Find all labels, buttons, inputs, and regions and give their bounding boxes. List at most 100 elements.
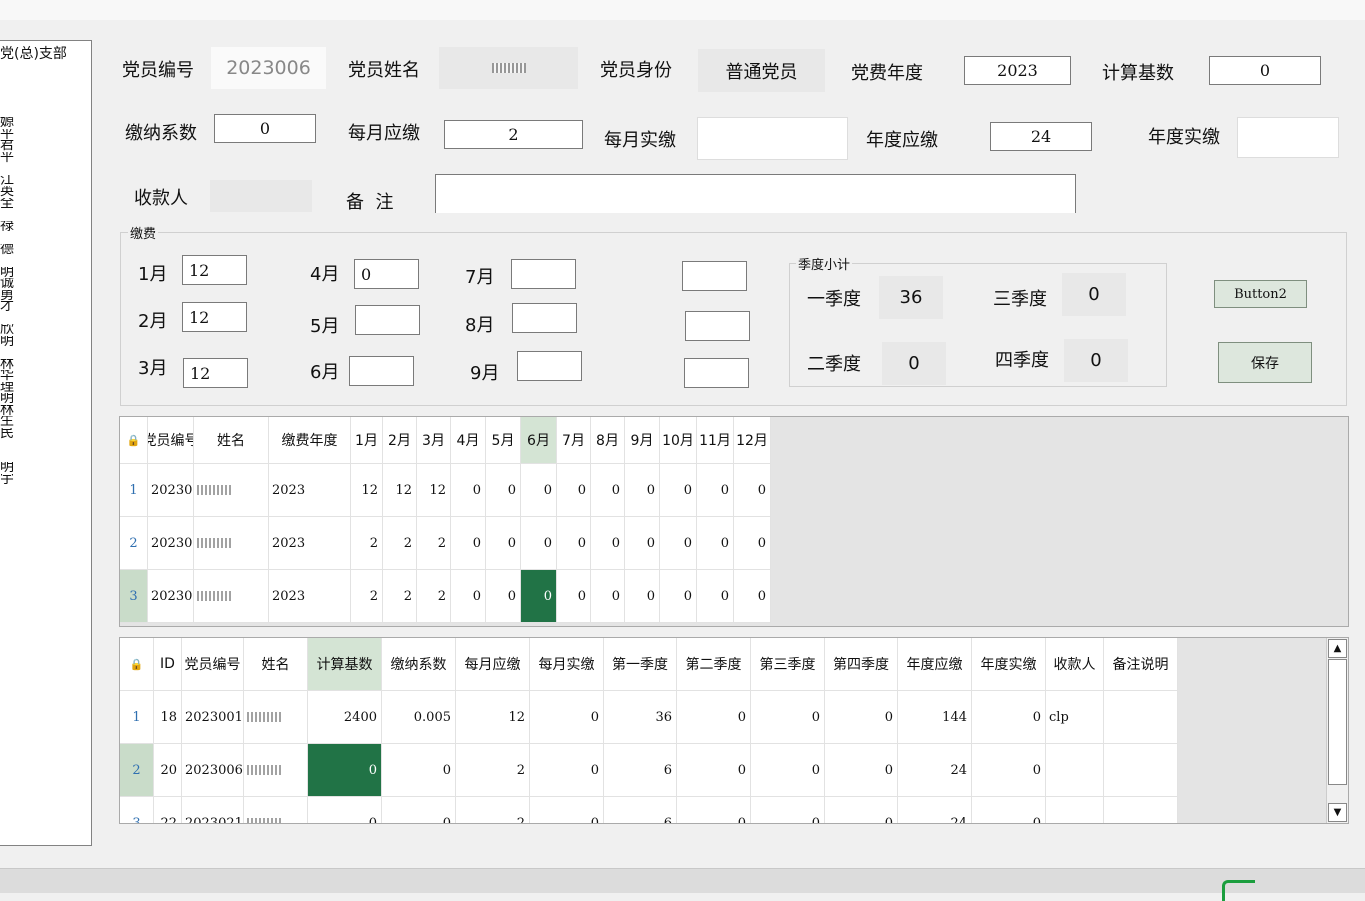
grid2-cell[interactable]: 2023021 — [182, 797, 244, 823]
grid1-cell[interactable]: 0 — [591, 570, 625, 623]
grid2-column-header[interactable]: 第一季度 — [604, 638, 677, 691]
grid2-cell[interactable]: 6 — [604, 744, 677, 797]
grid1-cell[interactable]: 2023001 — [148, 464, 194, 517]
grid1-cell[interactable]: 2 — [417, 570, 451, 623]
grid2-cell[interactable]: 0 — [382, 797, 456, 823]
monthly-paid-input[interactable] — [697, 117, 848, 160]
grid2-cell[interactable]: 0 — [530, 691, 604, 744]
grid2-cell[interactable]: clp — [1046, 691, 1104, 744]
grid1-column-header[interactable]: 8月 — [591, 417, 625, 464]
base-input[interactable]: 0 — [1209, 56, 1321, 85]
grid2-cell[interactable]: 2400 — [308, 691, 382, 744]
member-id-field[interactable]: 2023006 — [211, 47, 326, 89]
grid2-cell[interactable]: 0 — [677, 744, 751, 797]
grid2-cell[interactable]: 0 — [972, 691, 1046, 744]
grid1-cell[interactable] — [194, 570, 269, 623]
grid1-cell[interactable]: 0 — [557, 464, 591, 517]
tree-member-node[interactable]: 德 — [0, 244, 20, 256]
m6-input[interactable] — [349, 356, 414, 386]
grid2-cell[interactable]: 2 — [456, 797, 530, 823]
grid1-cell[interactable]: 2023006 — [148, 517, 194, 570]
grid1-cell[interactable]: 0 — [591, 517, 625, 570]
grid2-column-header[interactable]: 第二季度 — [677, 638, 751, 691]
tree-member-node[interactable]: 全 — [0, 198, 20, 210]
grid2-column-header[interactable]: ID — [154, 638, 182, 691]
grid1-cell[interactable]: 0 — [557, 517, 591, 570]
m1-input[interactable]: 12 — [182, 255, 247, 285]
grid1-column-header[interactable]: 党员编号 — [148, 417, 194, 464]
grid1-cell[interactable]: 0 — [557, 570, 591, 623]
grid2-column-header[interactable]: 第四季度 — [825, 638, 898, 691]
grid1-column-header[interactable]: 3月 — [417, 417, 451, 464]
grid1-cell[interactable]: 0 — [697, 517, 734, 570]
grid1-cell[interactable]: 0 — [521, 517, 557, 570]
tree-member-node[interactable]: 明 — [0, 336, 20, 348]
grid1-cell[interactable]: 2023021 — [148, 570, 194, 623]
tree-member-node[interactable] — [0, 439, 20, 451]
tree-member-node[interactable]: 英 — [0, 186, 20, 198]
grid1-cell[interactable]: 0 — [625, 517, 660, 570]
grid2-cell[interactable]: 12 — [456, 691, 530, 744]
grid1-cell[interactable]: 0 — [625, 570, 660, 623]
tree-member-node[interactable]: 生 — [0, 416, 20, 428]
m8-input[interactable] — [512, 303, 577, 333]
grid1-cell[interactable]: 12 — [383, 464, 417, 517]
grid1-column-header[interactable]: 9月 — [625, 417, 660, 464]
m12-input[interactable] — [684, 358, 749, 388]
grid1-cell[interactable]: 0 — [521, 570, 557, 623]
grid1-cell[interactable] — [194, 517, 269, 570]
grid1-column-header[interactable]: 1月 — [351, 417, 383, 464]
grid2-cell[interactable]: 0 — [382, 744, 456, 797]
m3-input[interactable]: 12 — [183, 358, 248, 388]
m9-input[interactable] — [517, 351, 582, 381]
grid2-cell[interactable] — [1104, 797, 1178, 823]
grid2-cell[interactable] — [1046, 797, 1104, 823]
grid2-column-header[interactable]: 缴纳系数 — [382, 638, 456, 691]
tree-member-node[interactable]: 明 — [0, 267, 20, 279]
monthly-payment-grid[interactable]: 🔒党员编号姓名缴费年度1月2月3月4月5月6月7月8月9月10月11月12月12… — [119, 416, 1349, 627]
grid1-cell[interactable]: 12 — [351, 464, 383, 517]
grid1-cell[interactable]: 2 — [383, 517, 417, 570]
grid1-column-header[interactable]: 11月 — [697, 417, 734, 464]
grid2-column-header[interactable]: 每月应缴 — [456, 638, 530, 691]
fee-year-input[interactable]: 2023 — [964, 56, 1071, 85]
grid2-cell[interactable]: 0 — [308, 744, 382, 797]
tree-root-node[interactable]: 党(总)支部 — [0, 43, 67, 63]
grid2-column-header[interactable]: 党员编号 — [182, 638, 244, 691]
member-status-field[interactable]: 普通党员 — [698, 49, 825, 92]
tree-member-node[interactable] — [0, 255, 20, 267]
grid2-cell[interactable]: 18 — [154, 691, 182, 744]
grid2-vertical-scrollbar[interactable]: ▲ ▼ — [1326, 638, 1348, 823]
grid1-cell[interactable]: 0 — [734, 570, 771, 623]
grid1-column-header[interactable]: 姓名 — [194, 417, 269, 464]
grid1-cell[interactable]: 0 — [451, 517, 486, 570]
tree-member-node[interactable] — [0, 451, 20, 463]
annual-paid-input[interactable] — [1237, 117, 1339, 158]
m11-input[interactable] — [685, 311, 750, 341]
grid2-cell[interactable]: 0 — [751, 744, 825, 797]
grid1-column-header[interactable]: 2月 — [383, 417, 417, 464]
tree-member-node[interactable]: 民 — [0, 428, 20, 440]
grid1-cell[interactable]: 2 — [351, 570, 383, 623]
grid2-cell[interactable] — [244, 691, 308, 744]
scroll-thumb[interactable] — [1328, 659, 1347, 785]
grid2-cell[interactable]: 2023001 — [182, 691, 244, 744]
grid1-row-number[interactable]: 2 — [120, 517, 148, 570]
m7-input[interactable] — [511, 259, 576, 289]
grid1-cell[interactable]: 0 — [734, 464, 771, 517]
tree-member-node[interactable]: 嫄 — [0, 117, 20, 129]
grid1-cell[interactable]: 2023 — [269, 464, 351, 517]
payee-field[interactable] — [210, 180, 312, 212]
grid2-cell[interactable]: 22 — [154, 797, 182, 823]
tree-member-node[interactable]: 欣 — [0, 324, 20, 336]
grid2-row-number[interactable]: 3 — [120, 797, 154, 823]
grid2-cell[interactable]: 24 — [898, 744, 972, 797]
grid1-column-header[interactable]: 缴费年度 — [269, 417, 351, 464]
grid1-cell[interactable]: 2023 — [269, 570, 351, 623]
tree-member-node[interactable] — [0, 163, 20, 175]
tree-member-node[interactable]: 君 — [0, 140, 20, 152]
grid1-cell[interactable]: 0 — [521, 464, 557, 517]
grid2-cell[interactable]: 0 — [530, 744, 604, 797]
tree-member-node[interactable]: 平 — [0, 129, 20, 141]
grid1-column-header[interactable]: 12月 — [734, 417, 771, 464]
